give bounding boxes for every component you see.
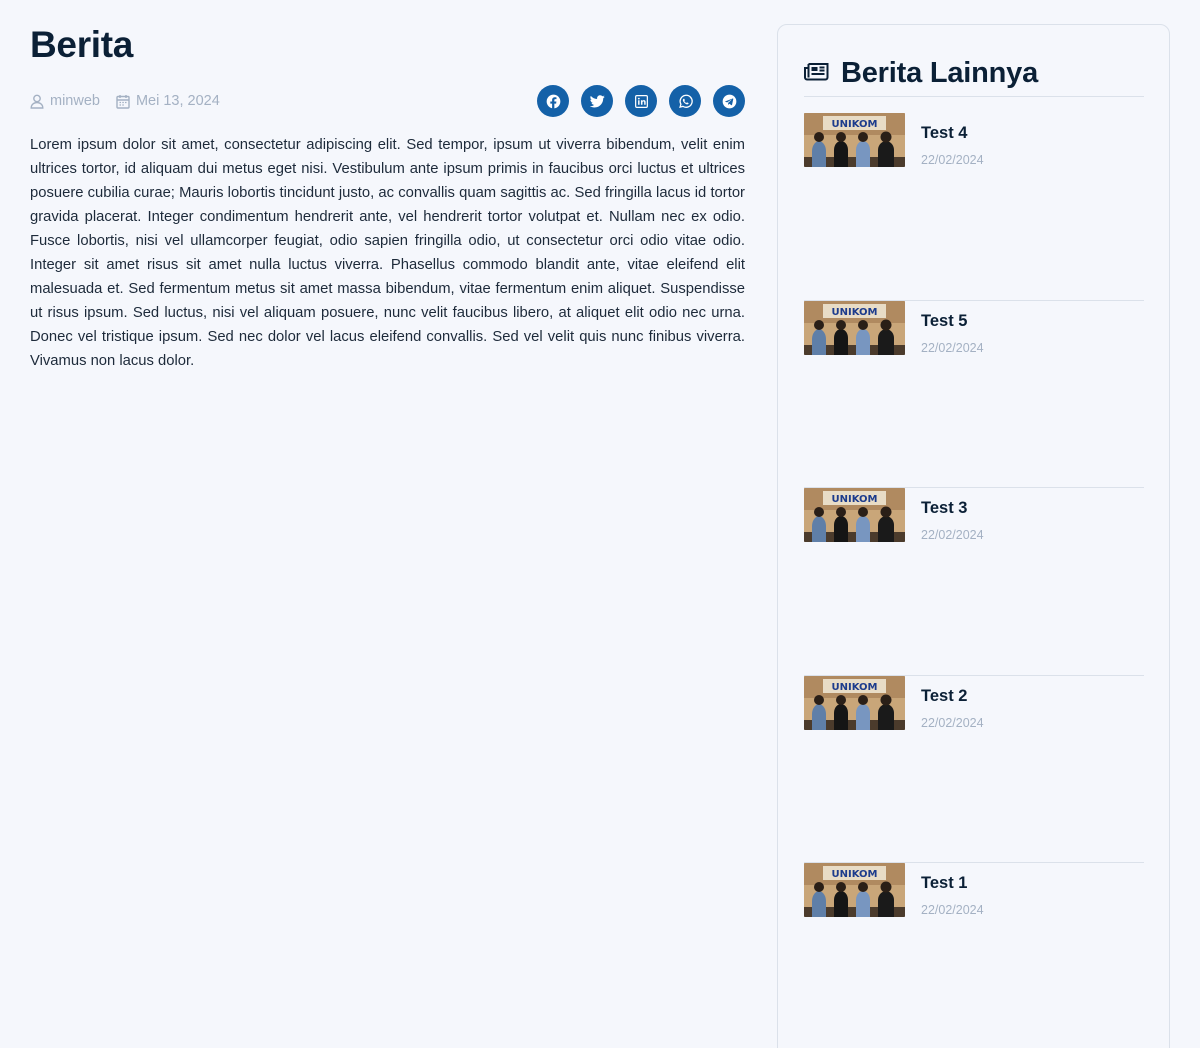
news-title[interactable]: Test 2 <box>921 686 984 706</box>
news-text: Test 3 22/02/2024 <box>921 488 984 542</box>
share-facebook-button[interactable] <box>537 85 569 117</box>
news-item[interactable]: UNIKOM Test 3 22/02/2024 <box>804 488 1144 676</box>
news-thumbnail[interactable]: UNIKOM <box>804 488 905 542</box>
news-thumbnail[interactable]: UNIKOM <box>804 863 905 917</box>
news-date: 22/02/2024 <box>921 715 984 730</box>
date-meta: Mei 13, 2024 <box>116 93 220 109</box>
article-meta: minweb Mei 13, 2024 <box>30 84 745 118</box>
news-item[interactable]: UNIKOM Test 5 22/02/2024 <box>804 300 1144 488</box>
whatsapp-icon <box>678 94 693 109</box>
news-date: 22/02/2024 <box>921 528 984 542</box>
author-name: minweb <box>50 93 100 109</box>
page: Berita minweb Mei 13, 2024 Lorem ipsum d… <box>0 0 1200 1048</box>
news-date: 22/02/2024 <box>921 340 984 355</box>
share-whatsapp-button[interactable] <box>669 85 701 117</box>
news-item[interactable]: UNIKOM Test 2 22/02/2024 <box>804 675 1144 863</box>
news-thumbnail[interactable]: UNIKOM <box>804 300 905 355</box>
meta-info: minweb Mei 13, 2024 <box>30 93 220 109</box>
news-item[interactable]: UNIKOM Test 1 22/02/2024 <box>804 863 1144 1048</box>
share-buttons <box>537 85 745 117</box>
share-telegram-button[interactable] <box>713 85 745 117</box>
news-thumbnail[interactable]: UNIKOM <box>804 113 905 167</box>
telegram-icon <box>722 94 737 109</box>
sidebar-title: Berita Lainnya <box>841 57 1039 89</box>
svg-text:UNIKOM: UNIKOM <box>832 869 878 880</box>
news-date: 22/02/2024 <box>921 903 984 917</box>
publish-date: Mei 13, 2024 <box>135 93 220 109</box>
svg-text:UNIKOM: UNIKOM <box>832 119 878 130</box>
news-thumbnail[interactable]: UNIKOM <box>804 675 905 730</box>
article: Berita minweb Mei 13, 2024 Lorem ipsum d… <box>30 22 745 373</box>
news-text: Test 2 22/02/2024 <box>921 676 984 730</box>
news-item[interactable]: UNIKOM Test 4 22/02/2024 <box>804 113 1144 301</box>
linkedin-icon <box>634 94 648 108</box>
news-text: Test 1 22/02/2024 <box>921 863 984 917</box>
twitter-icon <box>589 94 605 108</box>
calendar-icon <box>116 94 130 109</box>
svg-text:UNIKOM: UNIKOM <box>832 682 878 693</box>
news-list: UNIKOM Test 4 22/02/2024 UNIKOM Test 5 2… <box>804 113 1144 1048</box>
share-twitter-button[interactable] <box>581 85 613 117</box>
sidebar-header: Berita Lainnya <box>804 51 1144 97</box>
article-title: Berita <box>30 24 134 65</box>
user-icon <box>30 94 44 109</box>
news-title[interactable]: Test 3 <box>921 498 984 518</box>
related-news-sidebar: Berita Lainnya UNIKOM Test 4 22/02/2024 … <box>777 24 1170 1048</box>
news-title[interactable]: Test 4 <box>921 123 984 143</box>
svg-text:UNIKOM: UNIKOM <box>832 494 878 505</box>
newspaper-icon <box>804 62 829 86</box>
news-title[interactable]: Test 5 <box>921 311 984 331</box>
svg-text:UNIKOM: UNIKOM <box>832 307 878 318</box>
news-title[interactable]: Test 1 <box>921 873 984 893</box>
article-body: Lorem ipsum dolor sit amet, consectetur … <box>30 137 745 369</box>
author-meta: minweb <box>30 93 100 109</box>
facebook-icon <box>546 94 561 109</box>
news-text: Test 4 22/02/2024 <box>921 113 984 167</box>
news-text: Test 5 22/02/2024 <box>921 301 984 355</box>
news-date: 22/02/2024 <box>921 153 984 167</box>
share-linkedin-button[interactable] <box>625 85 657 117</box>
